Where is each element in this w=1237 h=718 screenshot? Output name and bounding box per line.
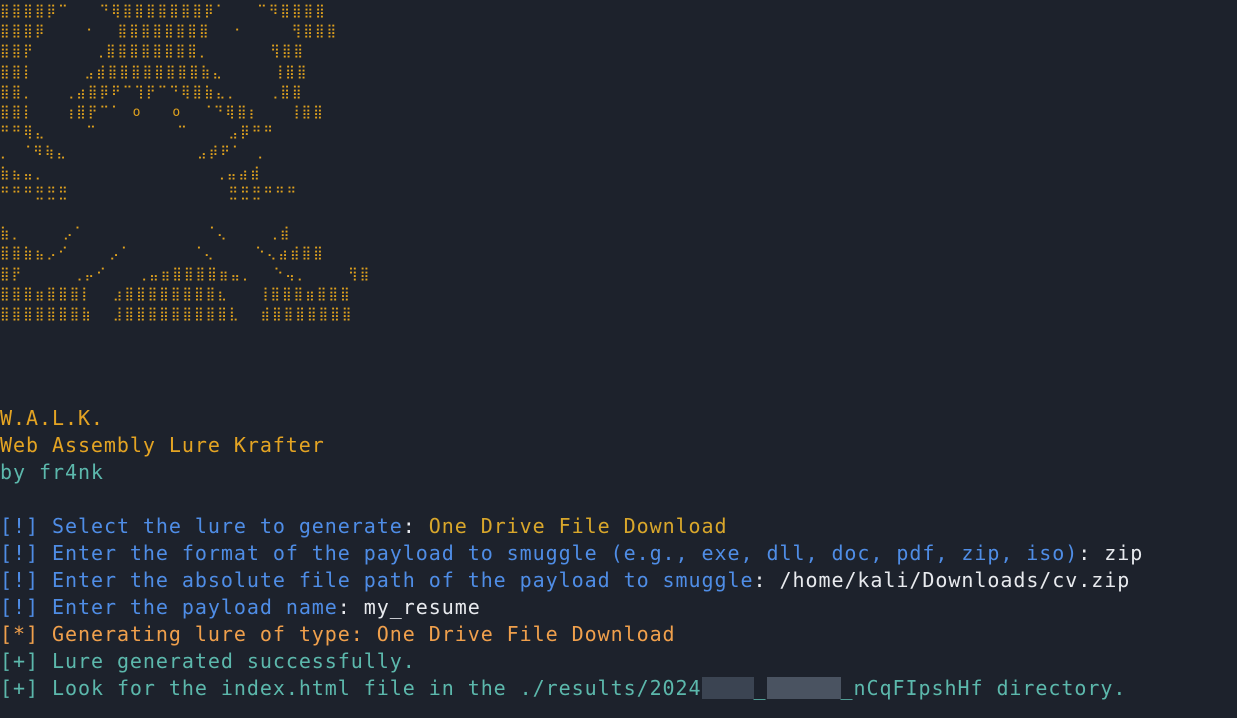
prompt-question: Enter the absolute file path of the payl… — [51, 568, 754, 592]
prompt-bracket: [!] — [0, 514, 39, 538]
status-text: Lure generated successfully. — [51, 649, 416, 673]
prompt-separator: : — [1078, 541, 1105, 565]
result-text-prefix: Look for the index.html file in the ./re… — [51, 676, 702, 700]
prompt-separator: : — [337, 595, 364, 619]
status-result: [+] Look for the index.html file in the … — [0, 675, 1126, 702]
terminal-window[interactable]: ⣿⣿⣿⣿⡿⠉ ⠙⢿⣿⣿⣿⣿⣿⣿⣿⡿⠁ ⠉⠻⣿⣿⣿⣿ ⣿⣿⣿⡿ ⠂ ⣿⣿⣿⣿⣿⣿⣿… — [0, 0, 1237, 718]
prompt-answer: zip — [1104, 541, 1144, 565]
redacted-block — [766, 677, 841, 699]
banner-acronym: W.A.L.K. — [0, 406, 104, 430]
redacted-block — [701, 677, 754, 699]
status-bracket: [+] — [0, 676, 39, 700]
prompt-separator: : — [753, 568, 780, 592]
prompt-bracket: [!] — [0, 541, 39, 565]
prompt-question: Enter the format of the payload to smugg… — [51, 541, 1079, 565]
status-generating: [*] Generating lure of type: One Drive F… — [0, 621, 676, 648]
prompt-question: Enter the payload name — [51, 595, 338, 619]
result-text-suffix: _nCqFIpshHf directory. — [840, 676, 1127, 700]
status-text: Generating lure of type: One Drive File … — [51, 622, 676, 646]
result-separator: _ — [753, 676, 767, 700]
prompt-line-name: [!] Enter the payload name: my_resume — [0, 594, 481, 621]
banner-title: Web Assembly Lure Krafter — [0, 433, 325, 457]
prompt-answer: /home/kali/Downloads/cv.zip — [779, 568, 1131, 592]
prompt-separator: : — [402, 514, 429, 538]
prompt-answer: my_resume — [363, 595, 481, 619]
ascii-art-banner: ⣿⣿⣿⣿⡿⠉ ⠙⢿⣿⣿⣿⣿⣿⣿⣿⡿⠁ ⠉⠻⣿⣿⣿⣿ ⣿⣿⣿⡿ ⠂ ⣿⣿⣿⣿⣿⣿⣿… — [0, 2, 390, 406]
prompt-line-format: [!] Enter the format of the payload to s… — [0, 540, 1143, 567]
prompt-bracket: [!] — [0, 595, 39, 619]
banner-author: by fr4nk — [0, 460, 104, 484]
prompt-bracket: [!] — [0, 568, 39, 592]
status-bracket: [+] — [0, 649, 39, 673]
prompt-answer: One Drive File Download — [428, 514, 728, 538]
status-success: [+] Lure generated successfully. — [0, 648, 416, 675]
ascii-art-text: ⣿⣿⣿⣿⡿⠉ ⠙⢿⣿⣿⣿⣿⣿⣿⣿⡿⠁ ⠉⠻⣿⣿⣿⣿ ⣿⣿⣿⡿ ⠂ ⣿⣿⣿⣿⣿⣿⣿… — [0, 4, 372, 323]
status-bracket: [*] — [0, 622, 39, 646]
prompt-question: Select the lure to generate — [51, 514, 403, 538]
prompt-line-lure: [!] Select the lure to generate: One Dri… — [0, 513, 728, 540]
prompt-line-path: [!] Enter the absolute file path of the … — [0, 567, 1130, 594]
